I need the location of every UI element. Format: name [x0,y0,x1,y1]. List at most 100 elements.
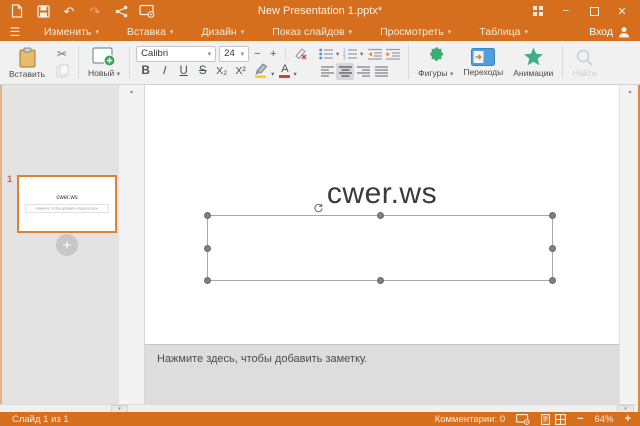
menu-review[interactable]: Просмотреть ▾ [366,22,465,41]
toolbar: Вставить ✂ Новый ▾ Calibri ▾ 24 ▾ − + B … [0,41,640,85]
slide-sorter-view-icon[interactable] [555,413,567,425]
undo-icon: ↶ [63,3,75,19]
panel-scrollbar[interactable]: ▴ [118,85,145,404]
align-left-button[interactable] [318,63,336,80]
chevron-down-icon: ▾ [169,28,174,36]
superscript-button[interactable]: X² [231,62,250,80]
menu-slideshow[interactable]: Показ слайдов ▾ [258,22,366,41]
slide-canvas[interactable]: cwer.ws [145,85,619,344]
strikethrough-button[interactable]: S [193,62,212,80]
indent-icon [386,48,401,60]
bullet-list-button[interactable]: ▾ [318,45,342,62]
paste-button[interactable]: Вставить [4,47,50,79]
subtitle-textbox-selected[interactable] [204,212,556,284]
chevron-down-icon: ▾ [240,28,245,36]
slide-thumbnails-panel: 1 cwer.ws Нажмите, чтобы добавить подзаг… [0,85,118,404]
decrease-indent-button[interactable] [366,45,384,62]
slide-thumbnail-1[interactable]: cwer.ws Нажмите, чтобы добавить подзагол… [17,175,117,233]
add-slide-button[interactable]: + [56,234,78,256]
close-button[interactable]: ✕ [608,1,636,21]
undo-button[interactable]: ↶ [58,1,80,21]
menu-insert[interactable]: Вставка ▾ [113,22,188,41]
minimize-button[interactable]: − [552,1,580,21]
subscript-button[interactable]: X₂ [212,62,231,80]
cut-button[interactable]: ✂ [52,46,72,63]
shapes-button[interactable]: Фигуры ▾ [413,47,458,78]
increase-font-button[interactable]: + [265,46,281,62]
comments-label[interactable]: Комментарии: 0 [435,414,505,425]
highlight-dropdown[interactable]: ▾ [269,70,276,78]
workspace-switcher-button[interactable] [524,1,552,21]
chevron-down-icon: ▾ [447,28,452,36]
highlight-color-button[interactable] [250,62,269,80]
hamburger-menu-button[interactable]: ☰ [0,25,30,39]
copy-button[interactable] [52,63,72,80]
numbered-list-button[interactable]: 123 ▾ [342,45,366,62]
new-document-button[interactable] [6,1,28,21]
slideshow-icon [516,413,530,425]
transitions-button[interactable]: Переходы [458,48,508,77]
resize-handle-e[interactable] [549,245,556,252]
italic-button[interactable]: I [154,62,175,80]
chevron-down-icon: ▾ [95,28,99,36]
maximize-button[interactable] [580,1,608,21]
decrease-font-button[interactable]: − [249,46,265,62]
zoom-in-button[interactable]: + [625,413,631,425]
screen-settings-button[interactable] [136,1,158,21]
menu-edit[interactable]: Изменить ▾ [30,22,113,41]
maximize-icon [589,6,599,16]
animations-button[interactable]: Анимации [508,47,558,78]
chevron-down-icon: ▾ [348,28,353,36]
align-center-button[interactable] [336,62,355,80]
bottom-scroll-strip: ▾ ▾ [0,404,640,413]
slide-position-label: Слайд 1 из 1 [12,413,69,425]
star-icon [523,47,543,66]
bold-button[interactable]: B [136,62,155,80]
resize-handle-w[interactable] [204,245,211,252]
resize-handle-s[interactable] [377,277,384,284]
resize-handle-n[interactable] [377,212,384,219]
slideshow-settings-button[interactable] [516,413,530,425]
chevron-down-icon: ▾ [524,28,528,36]
chevron-down-icon: ▾ [336,50,340,58]
menu-design[interactable]: Дизайн ▾ [187,22,258,41]
canvas-scrollbar[interactable]: ▴ [619,85,640,404]
scissors-icon: ✂ [57,47,68,61]
slide-title-text[interactable]: cwer.ws [145,177,619,211]
scroll-up-button[interactable]: ▴ [119,85,144,97]
new-document-icon [11,4,23,18]
font-size-select[interactable]: 24 ▾ [219,45,250,62]
search-icon [576,49,593,66]
justify-button[interactable] [372,63,390,80]
scroll-up-button[interactable]: ▴ [620,85,640,97]
clear-formatting-button[interactable] [290,46,310,62]
resize-handle-ne[interactable] [549,212,556,219]
slide-number-label: 1 [7,174,13,185]
login-button[interactable]: Вход [589,26,640,38]
save-icon [36,4,50,18]
zoom-out-button[interactable]: − [577,413,583,425]
outdent-icon [368,48,383,60]
align-right-button[interactable] [354,63,372,80]
increase-indent-button[interactable] [384,45,402,62]
redo-button[interactable]: ↷ [84,1,106,21]
resize-handle-se[interactable] [549,277,556,284]
resize-handle-sw[interactable] [204,277,211,284]
zoom-level-label[interactable]: 64% [595,414,614,425]
normal-view-icon[interactable] [541,413,551,425]
save-button[interactable] [32,1,54,21]
workspace-grid-icon [533,6,543,16]
font-color-dropdown[interactable]: ▾ [291,70,298,78]
resize-handle-nw[interactable] [204,212,211,219]
underline-button[interactable]: U [174,62,193,80]
font-name-select[interactable]: Calibri ▾ [136,45,217,62]
font-color-button[interactable]: A [276,62,291,80]
new-slide-button[interactable]: Новый ▾ [83,47,125,78]
notes-pane[interactable]: Нажмите здесь, чтобы добавить заметку. [145,344,619,404]
menu-table[interactable]: Таблица ▾ [465,22,542,41]
titlebar: ↶ ↷ New Presentation 1.pptx* − ✕ [0,0,640,22]
find-button[interactable]: Найти [567,48,601,78]
share-button[interactable] [110,1,132,21]
rotation-handle[interactable] [313,203,324,214]
window-left-accent [0,85,2,404]
